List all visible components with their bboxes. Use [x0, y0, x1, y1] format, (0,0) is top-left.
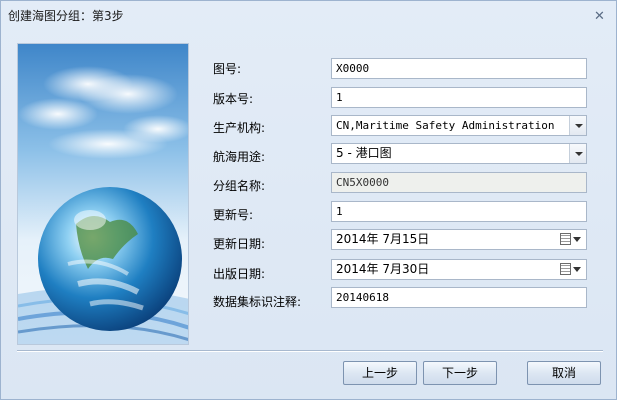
chevron-down-icon [573, 237, 581, 242]
update-number-input[interactable]: 1 [331, 201, 587, 222]
label-navigational-purpose: 航海用途: [213, 150, 266, 164]
label-update-number: 更新号: [213, 208, 254, 222]
close-icon[interactable]: ✕ [593, 10, 606, 24]
title-bar: 创建海图分组：第3步 ✕ [1, 1, 616, 29]
label-update-date: 更新日期: [213, 237, 266, 251]
chevron-down-icon[interactable] [569, 144, 586, 163]
label-producer: 生产机构: [213, 121, 266, 135]
window-title: 创建海图分组：第3步 [8, 9, 124, 23]
update-date-value: 2014年 7月15日 [336, 232, 430, 246]
cancel-button[interactable]: 取消 [527, 361, 601, 385]
group-name-field: CN5X0000 [331, 172, 587, 193]
issue-date-value: 2014年 7月30日 [336, 262, 430, 276]
label-issue-date: 出版日期: [213, 267, 266, 281]
navigational-purpose-select[interactable]: 5 - 港口图 [331, 143, 587, 164]
producer-select[interactable]: CN,Maritime Safety Administration [331, 115, 587, 136]
prev-step-button[interactable]: 上一步 [343, 361, 417, 385]
issue-date-picker[interactable]: 2014年 7月30日 [331, 259, 587, 280]
chevron-down-icon [573, 267, 581, 272]
chevron-down-icon[interactable] [569, 116, 586, 135]
label-chart-number: 图号: [213, 62, 242, 76]
producer-value: CN,Maritime Safety Administration [336, 119, 555, 132]
navigational-purpose-value: 5 - 港口图 [336, 146, 392, 160]
calendar-icon [560, 263, 571, 275]
edition-input[interactable]: 1 [331, 87, 587, 108]
calendar-dropdown-button[interactable] [560, 233, 582, 246]
label-group-name: 分组名称: [213, 179, 266, 193]
dataset-comment-input[interactable]: 20140618 [331, 287, 587, 308]
calendar-icon [560, 233, 571, 245]
globe-illustration [18, 44, 188, 344]
update-date-picker[interactable]: 2014年 7月15日 [331, 229, 587, 250]
label-dataset-comment: 数据集标识注释: [213, 295, 302, 309]
dialog-window: 创建海图分组：第3步 ✕ 图号: X0000 版本号: 1 生产机构: CN,M… [0, 0, 617, 400]
globe-banner-image [17, 43, 189, 345]
chart-number-input[interactable]: X0000 [331, 58, 587, 79]
separator-line [17, 350, 603, 352]
next-step-button[interactable]: 下一步 [423, 361, 497, 385]
label-edition: 版本号: [213, 92, 254, 106]
calendar-dropdown-button[interactable] [560, 263, 582, 276]
